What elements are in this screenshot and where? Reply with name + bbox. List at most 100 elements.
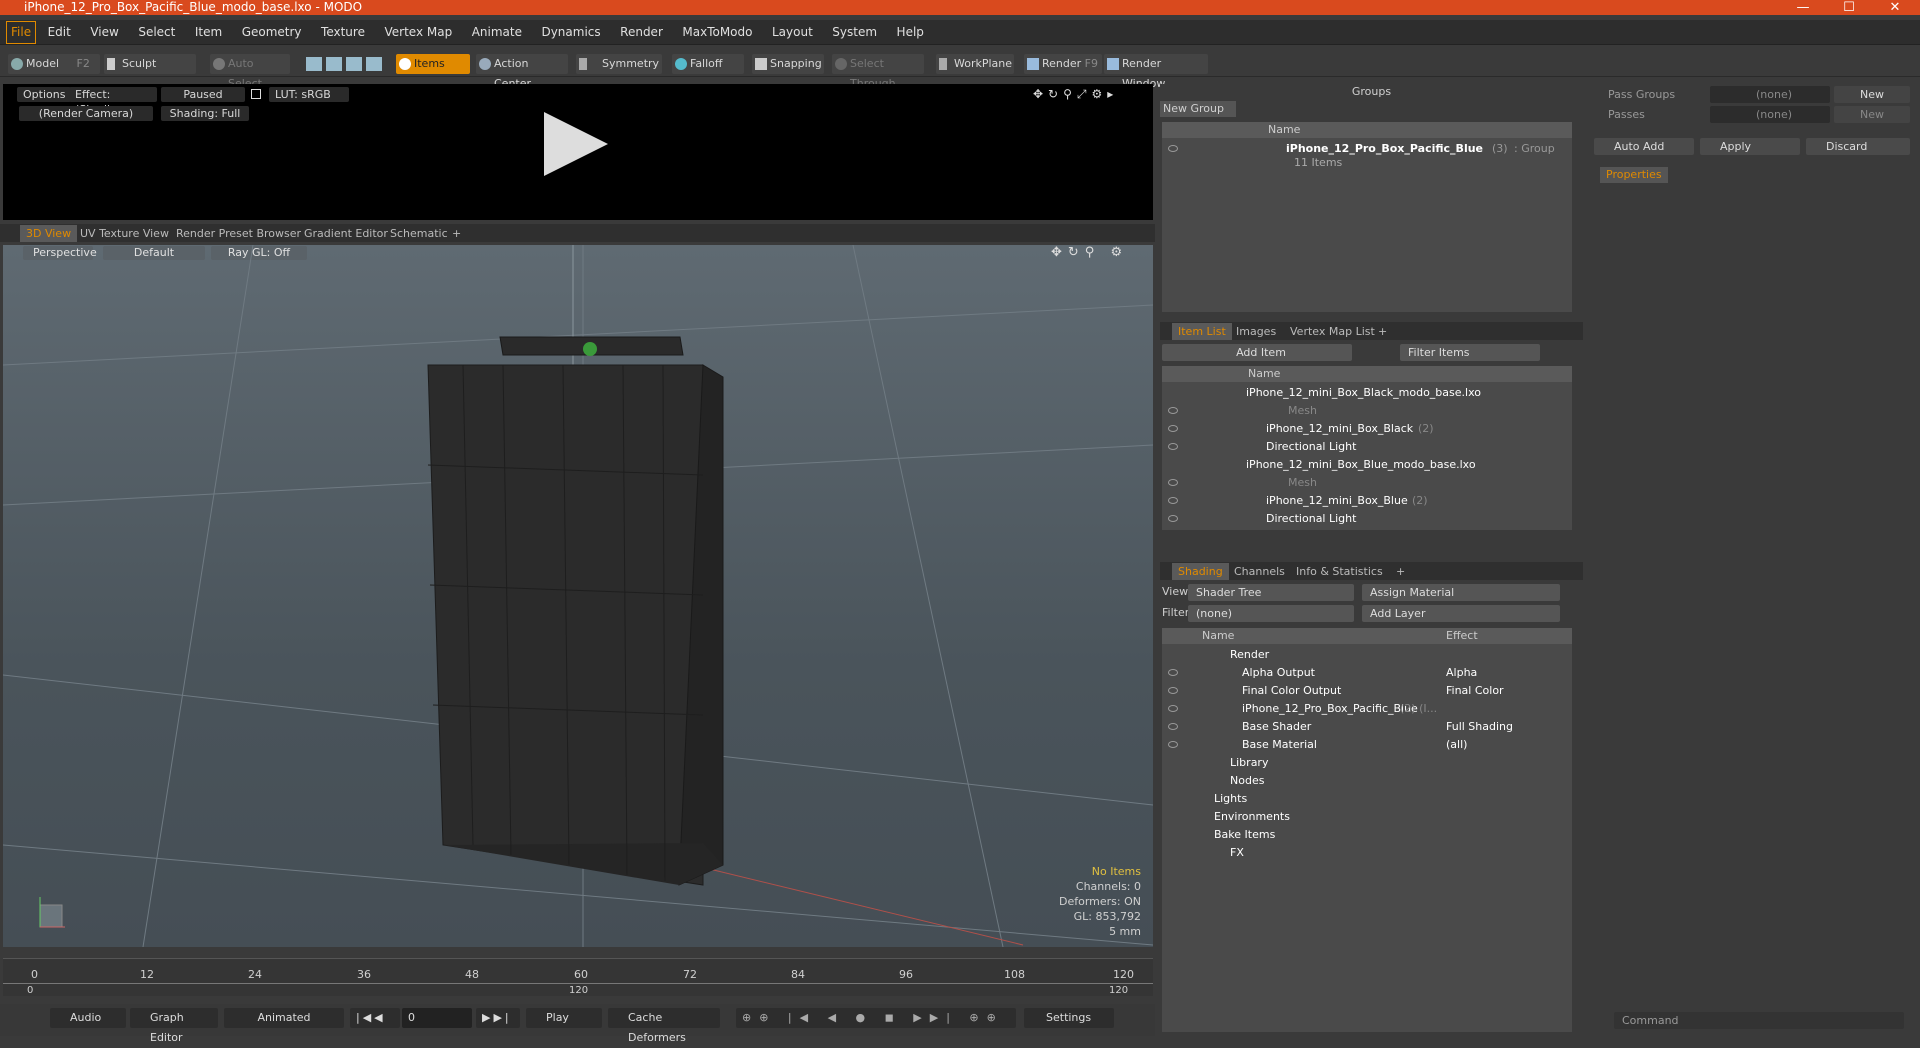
options-button[interactable]: Options [17,87,72,102]
discard-button[interactable]: Discard [1806,138,1910,155]
tab-images[interactable]: Images [1230,323,1282,340]
passes-dropdown[interactable]: (none) [1710,106,1830,123]
tab-3d-view[interactable]: 3D View [20,225,78,242]
preview-nav-icons[interactable]: ✥↻⚲⤢⚙▸ [1033,87,1118,102]
symmetry-button[interactable]: Symmetry [576,54,662,74]
visibility-icon[interactable] [1168,687,1178,694]
tab-channels[interactable]: Channels [1228,563,1291,580]
menu-view[interactable]: View [82,20,126,45]
add-tab-button[interactable]: + [446,225,467,242]
settings-button[interactable]: Settings [1024,1008,1114,1028]
auto-select-button[interactable]: Auto Select [210,54,290,90]
apply-button[interactable]: Apply [1700,138,1800,155]
transport-forward-icons[interactable]: ▶▶| [476,1008,520,1028]
visibility-icon[interactable] [1168,407,1178,414]
tab-item-list[interactable]: Item List [1172,323,1232,340]
lut-dropdown[interactable]: LUT: sRGB [269,87,349,102]
tab-properties[interactable]: Properties [1600,167,1668,183]
visibility-icon[interactable] [1168,723,1178,730]
render-button[interactable]: Render F9 [1024,54,1102,74]
tab-shading[interactable]: Shading [1172,563,1229,580]
auto-add-button[interactable]: Auto Add [1594,138,1694,155]
visibility-icon[interactable] [1168,497,1178,504]
action-center-button[interactable]: Action Center [476,54,568,90]
filter-items-input[interactable]: Filter Items [1400,344,1540,361]
close-button[interactable]: ✕ [1872,0,1918,15]
list-item[interactable]: Directional Light [1162,438,1572,456]
menu-item[interactable]: Item [187,20,230,45]
tab-vertex-map-list[interactable]: Vertex Map List [1284,323,1381,340]
visibility-icon[interactable] [1168,741,1178,748]
visibility-icon[interactable] [1168,425,1178,432]
visibility-icon[interactable] [1168,669,1178,676]
add-tab-button[interactable]: + [1390,563,1411,580]
menu-texture[interactable]: Texture [313,20,373,45]
workplane-button[interactable]: WorkPlane [936,54,1014,74]
edges-icon[interactable] [326,57,342,71]
3d-viewport[interactable]: Perspective Default Ray GL: Off ✥↻⚲ ⚙ No… [3,245,1153,947]
menu-maxtomodo[interactable]: MaxToModo [674,20,760,45]
list-item[interactable]: Directional Light [1162,510,1572,528]
visibility-icon[interactable] [1168,479,1178,486]
minimize-button[interactable]: — [1780,0,1826,15]
lock-icon[interactable] [251,89,261,99]
shader-row[interactable]: Nodes [1162,772,1572,790]
tab-render-preset-browser[interactable]: Render Preset Browser [170,225,307,242]
snapping-button[interactable]: Snapping [752,54,824,74]
menu-edit[interactable]: Edit [40,20,79,45]
paused-status[interactable]: Paused [161,87,245,102]
list-item[interactable]: iPhone_12_mini_Box_Blue_modo_base.lxo [1162,456,1572,474]
transport-back-icons[interactable]: |◀◀ [350,1008,400,1028]
new-pass-group-button[interactable]: New [1834,86,1910,103]
command-input[interactable]: Command [1614,1012,1904,1029]
shader-row[interactable]: Alpha Output Alpha [1162,664,1572,682]
tab-gradient-editor[interactable]: Gradient Editor [298,225,394,242]
render-preview[interactable]: Options Effect: (Shadi... Paused LUT: sR… [3,84,1153,220]
assign-material-button[interactable]: Assign Material [1362,584,1560,601]
visibility-icon[interactable] [1168,145,1178,152]
tab-uv-texture-view[interactable]: UV Texture View [74,225,175,242]
shader-row[interactable]: Bake Items [1162,826,1572,844]
menu-render[interactable]: Render [612,20,671,45]
menu-help[interactable]: Help [889,20,932,45]
sculpt-button[interactable]: Sculpt [104,54,196,74]
filter-dropdown[interactable]: (none) [1188,605,1354,622]
shader-row[interactable]: FX [1162,844,1572,862]
visibility-icon[interactable] [1168,705,1178,712]
menu-animate[interactable]: Animate [464,20,530,45]
list-item[interactable]: Mesh [1162,402,1572,420]
effect-dropdown[interactable]: Effect: (Shadi... [69,87,157,116]
audio-button[interactable]: Audio [50,1008,126,1028]
shader-row[interactable]: Lights [1162,790,1572,808]
polygons-icon[interactable] [346,57,362,71]
visibility-icon[interactable] [1168,443,1178,450]
new-pass-button[interactable]: New [1834,106,1910,123]
list-item[interactable]: Mesh [1162,474,1572,492]
list-item[interactable]: iPhone_12_mini_Box_Black (2) [1162,420,1572,438]
menu-dynamics[interactable]: Dynamics [533,20,608,45]
visibility-icon[interactable] [1168,515,1178,522]
add-item-dropdown[interactable]: Add Item [1162,344,1352,361]
key-tools-icons[interactable]: ⊕⊕ |◀ ◀ ● ◼ ▶▶| ⊕⊕ [736,1008,1016,1028]
items-button[interactable]: Items [396,54,470,74]
shader-row[interactable]: Library [1162,754,1572,772]
shader-row[interactable]: Base Material (all) [1162,736,1572,754]
play-button[interactable]: Play [526,1008,602,1028]
falloff-button[interactable]: Falloff [672,54,744,74]
tab-schematic[interactable]: Schematic [384,225,454,242]
shader-row[interactable]: iPhone_12_Pro_Box_Pacific_Blue (2) (I... [1162,700,1572,718]
group-row[interactable]: iPhone_12_Pro_Box_Pacific_Blue (3) : Gro… [1162,140,1572,169]
view-dropdown[interactable]: Shader Tree [1188,584,1354,601]
frame-input[interactable]: 0 [402,1008,472,1028]
pass-groups-dropdown[interactable]: (none) [1710,86,1830,103]
menu-geometry[interactable]: Geometry [234,20,310,45]
add-layer-dropdown[interactable]: Add Layer [1362,605,1560,622]
new-group-button[interactable]: New Group [1160,101,1236,117]
add-tab-button[interactable]: + [1372,323,1393,340]
render-window-button[interactable]: Render Window [1104,54,1208,90]
cache-deformers-button[interactable]: Cache Deformers [608,1008,720,1044]
tab-info-statistics[interactable]: Info & Statistics [1290,563,1389,580]
materials-icon[interactable] [366,57,382,71]
menu-system[interactable]: System [824,20,885,45]
render-camera-dropdown[interactable]: (Render Camera) [19,106,153,121]
